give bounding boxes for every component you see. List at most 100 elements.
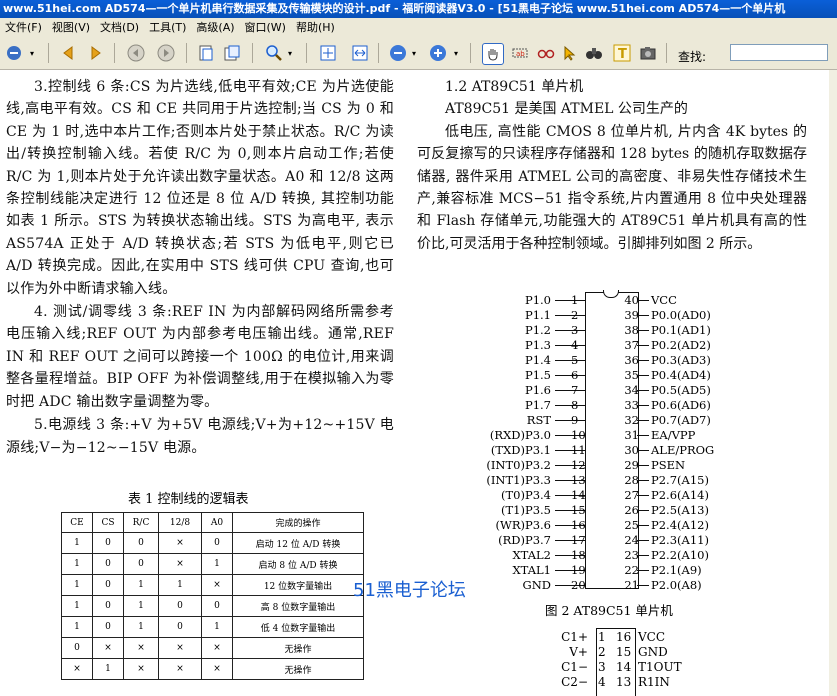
pin-number: 12 <box>571 458 586 472</box>
menu-item[interactable]: 帮助(H) <box>291 18 340 37</box>
table-header-row: CE CS R/C 12/8 A0 完成的操作 <box>61 512 364 533</box>
select-text-icon[interactable]: ab <box>510 43 530 63</box>
pin-row: P1.6 7 34 P0.5(AD5) <box>491 383 751 398</box>
table-cell: 0 <box>92 553 124 575</box>
paragraph-at89c51: 低电压, 高性能 CMOS 8 位单片机, 片内含 4K bytes 的可反复擦… <box>417 123 807 252</box>
page-copy-icon[interactable] <box>222 43 242 63</box>
menu-item[interactable]: 高级(A) <box>191 18 239 37</box>
vertical-scrollbar[interactable] <box>829 70 837 696</box>
paragraph-test-lines: 4. 测试/调零线 3 条:REF IN 为内部解码网络所需参考电压输入线;RE… <box>6 304 394 410</box>
fit-width-icon[interactable] <box>350 43 370 63</box>
table-cell: × <box>123 658 159 680</box>
pin-name: P1.1 <box>524 308 551 322</box>
table-row: 1 0 0 × 1 启动 8 位 A/D 转换 <box>61 553 364 575</box>
table-cell: 0 <box>158 595 202 617</box>
circle-right-icon[interactable] <box>156 43 176 63</box>
pin-number: 2 <box>571 308 579 322</box>
pin-row: (WR)P3.6 16 25 P2.4(A12) <box>491 518 751 533</box>
chevron-down-icon[interactable]: ▾ <box>410 43 418 63</box>
table-cell: 0 <box>92 574 124 596</box>
arrow-right-icon[interactable] <box>86 43 106 63</box>
pin-name: P2.6(A14) <box>651 488 709 502</box>
arrow-left-icon[interactable] <box>58 43 78 63</box>
pin-line <box>637 555 649 556</box>
pin-line <box>637 480 649 481</box>
chevron-down-icon[interactable]: ▾ <box>28 43 36 63</box>
pin-line <box>637 420 649 421</box>
pin-number: 14 <box>571 488 586 502</box>
table-cell: 1 <box>61 616 93 638</box>
text-tool-icon[interactable]: T <box>612 43 632 63</box>
pin-number: 6 <box>571 368 579 382</box>
pin-number: 2 <box>598 645 606 659</box>
toolbar-separator <box>252 43 253 63</box>
pin-number: 11 <box>571 443 586 457</box>
pin-row: P1.1 2 39 P0.0(AD0) <box>491 308 751 323</box>
glasses-icon[interactable] <box>536 43 556 63</box>
table-header-cell: 12/8 <box>158 512 202 533</box>
pin-number: 15 <box>616 645 632 659</box>
table-cell: 无操作 <box>232 658 364 680</box>
menu-item[interactable]: 文件(F) <box>0 18 47 37</box>
document-view[interactable]: 3.控制线 6 条:CS 为片选线,低电平有效;CE 为片选使能线,高电平有效。… <box>0 70 837 696</box>
table-row: 10101低 4 位数字量输出 <box>61 616 364 638</box>
window-title-bar: www.51hei.com AD574—一个单片机串行数据采集及传输模块的设计.… <box>0 0 837 18</box>
pin-row: P1.3 4 37 P0.2(AD2) <box>491 338 751 353</box>
table-header-cell: R/C <box>123 512 159 533</box>
menu-item[interactable]: 工具(T) <box>144 18 191 37</box>
pointer-icon[interactable] <box>560 43 580 63</box>
menu-item[interactable]: 窗口(W) <box>240 18 291 37</box>
pin-number: 10 <box>571 428 586 442</box>
chevron-down-icon[interactable]: ▾ <box>286 43 294 63</box>
table-cell: 1 <box>61 553 93 575</box>
toolbar-separator <box>666 43 667 63</box>
browser-icon[interactable] <box>4 43 24 63</box>
page-icon[interactable] <box>196 43 216 63</box>
pin-name: P1.0 <box>524 293 551 307</box>
pin-line <box>637 465 649 466</box>
pin-name: P2.0(A8) <box>651 578 702 592</box>
circle-left-icon[interactable] <box>126 43 146 63</box>
hand-icon[interactable] <box>482 43 504 65</box>
pin-name: VCC <box>651 293 677 307</box>
chevron-down-icon[interactable]: ▾ <box>452 43 460 63</box>
table-cell: 1 <box>123 616 159 638</box>
figure-caption: 图 2 AT89C51 单片机 <box>545 603 673 618</box>
table-header-cell: CS <box>92 512 124 533</box>
camera-icon[interactable] <box>638 43 658 63</box>
pin-row: (INT0)P3.2 12 29 PSEN <box>486 458 751 473</box>
pin-number: 16 <box>571 518 586 532</box>
pin-name: P0.5(AD5) <box>651 383 711 397</box>
table-cell: 启动 8 位 A/D 转换 <box>232 553 364 575</box>
table-cell: 1 <box>61 595 93 617</box>
pin-line <box>637 330 649 331</box>
table-row: × 1 × × × 无操作 <box>61 658 364 680</box>
find-input[interactable] <box>730 44 828 61</box>
window-title: www.51hei.com AD574—一个单片机串行数据采集及传输模块的设计.… <box>3 2 786 15</box>
menu-item[interactable]: 文档(D) <box>95 18 144 37</box>
table-cell: 0 <box>61 637 93 659</box>
zoom-out-icon[interactable] <box>388 43 408 63</box>
fit-page-icon[interactable] <box>318 43 338 63</box>
pin-name: (RD)P3.7 <box>498 533 551 547</box>
pin-row: P1.0 1 40 VCC <box>491 293 751 308</box>
toolbar-separator <box>114 43 115 63</box>
pin-line <box>637 345 649 346</box>
pin-name: XTAL1 <box>512 563 552 577</box>
zoom-icon[interactable] <box>264 43 284 63</box>
table-row: 0 × × × × 无操作 <box>61 637 364 659</box>
table-row: 1 0 1 1 × 12 位数字量输出 <box>61 574 364 596</box>
pin-row: RST 9 32 P0.7(AD7) <box>491 413 751 428</box>
table-cell: 0 <box>201 532 233 554</box>
find-label: 查找: <box>678 50 707 64</box>
pin-number: 39 <box>624 308 639 322</box>
menu-item[interactable]: 视图(V) <box>47 18 95 37</box>
pin-line <box>637 435 649 436</box>
pin-number: 9 <box>571 413 579 427</box>
pin-name: P2.3(A11) <box>651 533 709 547</box>
binoculars-icon[interactable] <box>584 43 604 63</box>
pin-row: C2− 4 13 R1IN <box>540 675 700 690</box>
zoom-in-icon[interactable] <box>428 43 448 63</box>
table-cell: 1 <box>123 574 159 596</box>
pin-number: 35 <box>624 368 639 382</box>
